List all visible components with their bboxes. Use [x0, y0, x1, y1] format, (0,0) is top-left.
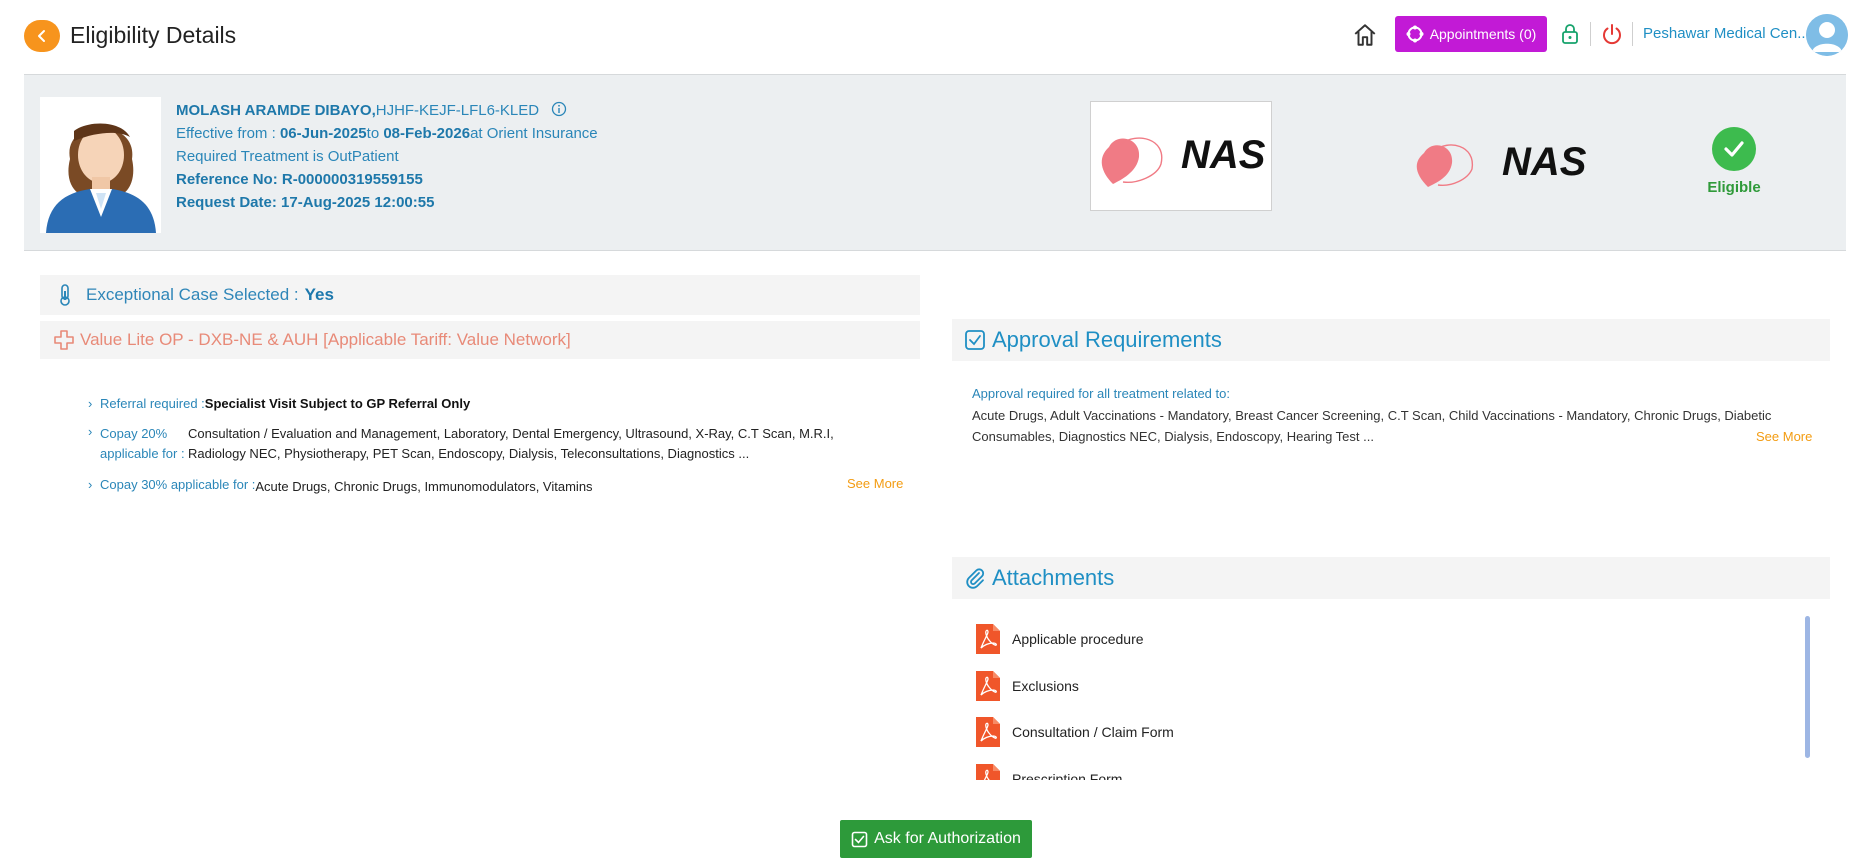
attachment-exclusions[interactable]: Exclusions — [976, 663, 1806, 710]
patient-name-line: MOLASH ARAMDE DIBAYO,HJHF-KEJF-LFL6-KLED — [176, 99, 598, 122]
approval-heading: Approval required for all treatment rela… — [972, 386, 1230, 401]
list-item: › Copay 30% applicable for : Acute Drugs… — [88, 477, 908, 497]
effective-to-prefix: to — [366, 125, 384, 142]
exceptional-case-label: Exceptional Case Selected : — [86, 285, 299, 304]
divider — [1590, 22, 1591, 46]
patient-id: HJHF-KEJF-LFL6-KLED — [375, 102, 540, 119]
check-icon — [1724, 141, 1744, 157]
approval-requirements-header: Approval Requirements — [952, 319, 1830, 361]
checkbox-icon — [851, 831, 868, 847]
treatment-line: Required Treatment is OutPatient — [176, 148, 399, 165]
medical-cross-icon — [54, 330, 74, 350]
ask-authorization-label: Ask for Authorization — [874, 830, 1021, 847]
facility-name[interactable]: Peshawar Medical Cen... — [1643, 25, 1810, 42]
ask-for-authorization-button[interactable]: Ask for Authorization — [840, 820, 1032, 858]
patient-avatar-image — [40, 97, 161, 233]
insurer-text: at Orient Insurance — [470, 125, 598, 142]
nas-logo-image: NAS — [1416, 140, 1587, 187]
avatar[interactable] — [1806, 14, 1848, 56]
attachment-prescription-form[interactable]: Prescription Form — [976, 756, 1806, 780]
effective-to: 08-Feb-2026 — [383, 125, 471, 142]
benefits-list: › Referral required : Specialist Visit S… — [88, 396, 908, 510]
appointments-button[interactable]: Appointments (0) — [1395, 16, 1547, 52]
attachments-title: Attachments — [992, 565, 1115, 590]
scrollbar-thumb[interactable] — [1805, 616, 1810, 758]
chevron-right-icon: › — [88, 396, 93, 411]
pdf-icon — [976, 763, 1000, 780]
effective-prefix: Effective from : — [176, 125, 280, 142]
tpa-logo: NAS — [1414, 123, 1604, 203]
effective-dates-line: Effective from : 06-Jun-2025to 08-Feb-20… — [176, 122, 598, 145]
nas-logo-image: NAS — [1101, 133, 1266, 184]
appointments-label: Appointments (0) — [1429, 26, 1537, 42]
patient-photo — [40, 97, 161, 233]
appointments-icon — [1406, 25, 1424, 43]
pdf-icon — [976, 670, 1000, 701]
request-date-line: Request Date: 17-Aug-2025 12:00:55 — [176, 194, 435, 211]
attachment-label: Prescription Form — [1012, 770, 1123, 780]
referral-label: Referral required : — [100, 396, 205, 411]
attachments-header: Attachments — [952, 557, 1830, 599]
info-icon[interactable] — [551, 101, 567, 117]
approval-title: Approval Requirements — [992, 327, 1222, 352]
chevron-right-icon: › — [88, 477, 93, 492]
patient-info: MOLASH ARAMDE DIBAYO,HJHF-KEJF-LFL6-KLED… — [176, 99, 598, 214]
patient-card: MOLASH ARAMDE DIBAYO,HJHF-KEJF-LFL6-KLED… — [24, 74, 1846, 251]
approval-text: Acute Drugs, Adult Vaccinations - Mandat… — [972, 408, 1772, 444]
lock-icon[interactable] — [1558, 22, 1582, 46]
effective-from: 06-Jun-2025 — [279, 125, 367, 142]
attachment-label: Consultation / Claim Form — [1012, 724, 1174, 741]
attachments-list[interactable]: Applicable procedure Exclusions Consulta… — [976, 616, 1806, 780]
chevron-left-icon — [38, 30, 45, 42]
tpa-logo-text: NAS — [1502, 140, 1587, 184]
top-bar: Eligibility Details Appointments (0) Pes… — [0, 0, 1865, 72]
chevron-right-icon: › — [88, 424, 93, 439]
exceptional-case-bar: Exceptional Case Selected : Yes — [40, 275, 920, 315]
copay30-label: Copay 30% applicable for : — [100, 477, 256, 492]
status-label: Eligible — [1707, 179, 1761, 196]
back-button[interactable] — [24, 20, 60, 52]
check-circle-icon — [1712, 127, 1756, 171]
referral-value: Specialist Visit Subject to GP Referral … — [204, 396, 471, 411]
page-title: Eligibility Details — [70, 22, 237, 48]
divider — [1632, 22, 1633, 46]
pdf-icon — [976, 624, 1000, 655]
see-more-link[interactable]: See More — [1756, 429, 1812, 444]
power-icon[interactable] — [1600, 22, 1624, 46]
payer-logo: NAS — [1090, 101, 1272, 211]
attachment-label: Exclusions — [1012, 677, 1079, 694]
attachment-claim-form[interactable]: Consultation / Claim Form — [976, 709, 1806, 756]
list-item: › Copay 20% applicable for : Consultatio… — [88, 424, 908, 491]
thermometer-icon — [60, 284, 70, 306]
list-item: › Referral required : Specialist Visit S… — [88, 396, 908, 411]
payer-logo-text: NAS — [1181, 133, 1266, 177]
reference-line: Reference No: R-000000319559155 — [176, 171, 423, 188]
copay20-text: Consultation / Evaluation and Management… — [188, 426, 834, 461]
attachment-applicable-procedure[interactable]: Applicable procedure — [976, 616, 1806, 663]
plan-bar: Value Lite OP - DXB-NE & AUH [Applicable… — [40, 321, 920, 359]
attachment-label: Applicable procedure — [1012, 631, 1144, 648]
copay20-label: Copay 20% applicable for : — [100, 426, 185, 461]
exceptional-case-value: Yes — [304, 285, 334, 304]
paperclip-icon — [966, 568, 985, 589]
eligibility-status: Eligible — [1694, 127, 1774, 196]
pdf-icon — [976, 717, 1000, 748]
checkbox-icon — [965, 330, 985, 350]
plan-label: Value Lite OP - DXB-NE & AUH [Applicable… — [80, 330, 571, 349]
user-avatar-icon — [1806, 14, 1848, 56]
patient-name: MOLASH ARAMDE DIBAYO, — [176, 102, 376, 119]
home-icon[interactable] — [1352, 22, 1378, 48]
copay30-text: Acute Drugs, Chronic Drugs, Immunomodula… — [255, 479, 593, 494]
